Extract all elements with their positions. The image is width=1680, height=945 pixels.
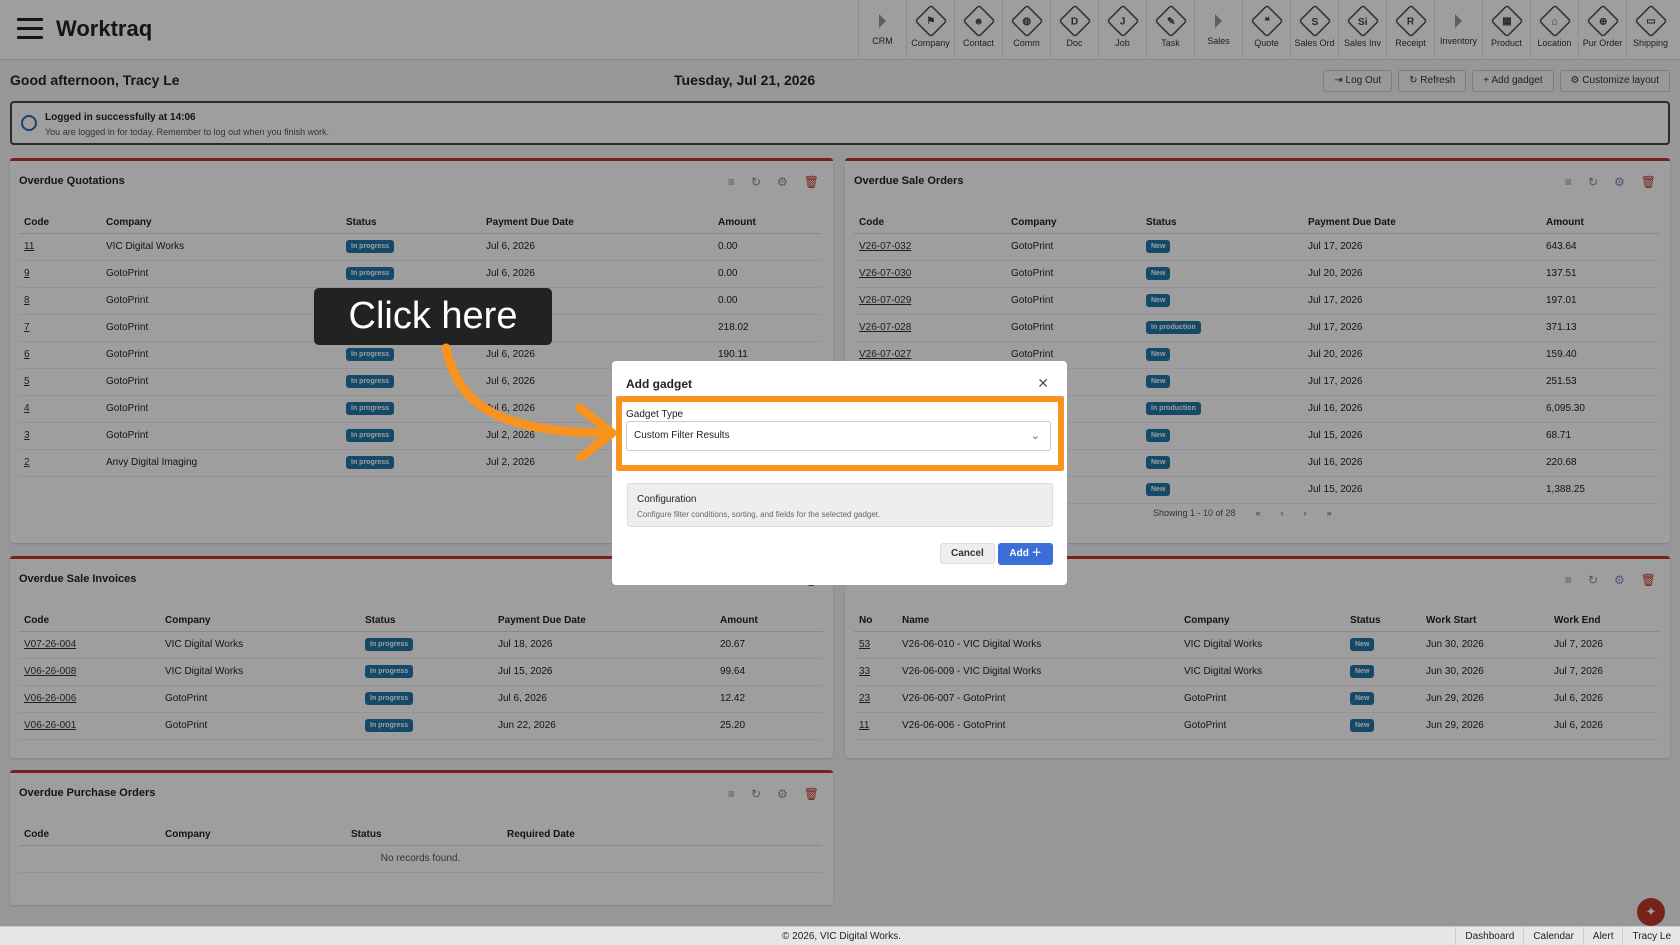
click-here-callout: Click here — [314, 288, 552, 345]
configuration-description: Configure filter conditions, sorting, an… — [637, 510, 881, 519]
add-gadget-modal: Add gadget ✕ Gadget Type Custom Filter R… — [612, 361, 1067, 585]
footer-link-alert[interactable]: Alert — [1582, 927, 1623, 945]
add-button[interactable]: Add ＋ — [998, 543, 1053, 565]
footer-links: Dashboard Calendar Alert Tracy Le — [1455, 927, 1680, 945]
configuration-title: Configuration — [637, 494, 697, 505]
footer: © 2026, VIC Digital Works. Dashboard Cale… — [0, 926, 1680, 945]
footer-link-dashboard[interactable]: Dashboard — [1455, 927, 1523, 945]
footer-link-tracy-le[interactable]: Tracy Le — [1622, 927, 1680, 945]
configuration-section: Configuration Configure filter condition… — [627, 483, 1053, 527]
callout-arrow-icon — [441, 343, 617, 460]
copyright: © 2026, VIC Digital Works. — [782, 931, 901, 942]
modal-title: Add gadget — [626, 377, 692, 391]
footer-link-calendar[interactable]: Calendar — [1523, 927, 1583, 945]
add-label: Add — [1009, 548, 1029, 559]
highlight-box — [616, 396, 1064, 471]
close-icon[interactable]: ✕ — [1037, 375, 1049, 392]
cancel-button[interactable]: Cancel — [940, 543, 995, 564]
